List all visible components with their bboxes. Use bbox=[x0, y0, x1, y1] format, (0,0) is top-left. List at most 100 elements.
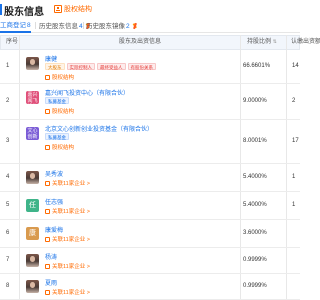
related-link[interactable]: 关联11家企业 > bbox=[45, 288, 90, 296]
table-row: 5 任任志强关联11家企业 > 5.4000% 1 bbox=[0, 192, 300, 220]
related-link[interactable]: 关联11家企业 > bbox=[45, 179, 90, 187]
link-icon bbox=[45, 108, 50, 114]
shareholder-name-link[interactable]: 夏雨 bbox=[45, 278, 57, 287]
shareholder-tag: 最终受益人 bbox=[97, 63, 126, 70]
table-row: 3 文心创新 北京文心创新创业投资基金（有限合伙） 私募基金股权结构 8.0001% 17 bbox=[0, 120, 300, 164]
table-row: 8 夏雨关联11家企业 > 0.9999% bbox=[0, 274, 300, 300]
avatar[interactable] bbox=[26, 57, 39, 70]
related-link-label: 关联11家企业 > bbox=[52, 290, 90, 296]
tag-group: 私募基金 bbox=[45, 97, 69, 104]
shareholder-name-link[interactable]: 吴秀波 bbox=[45, 169, 63, 178]
section-title: 股东信息 bbox=[4, 7, 44, 18]
subscribed-capital: 2 bbox=[292, 98, 296, 104]
table-row: 7 杨涛关联11家企业 > 0.9999% bbox=[0, 248, 300, 274]
title-accent-bar bbox=[0, 4, 2, 15]
tab-count: 8 bbox=[27, 21, 31, 29]
related-link[interactable]: 关联11家企业 > bbox=[45, 262, 90, 270]
related-link-label: 股权结构 bbox=[52, 75, 75, 81]
avatar[interactable] bbox=[26, 254, 39, 267]
related-link[interactable]: 股权结构 bbox=[45, 107, 74, 115]
related-link[interactable]: 股权结构 bbox=[45, 73, 74, 81]
link-icon bbox=[45, 236, 50, 242]
table-row: 2 嘉兴闻飞投资嘉兴闻飞投资中心（有限合伙）私募基金股权结构 9.0000% 2 bbox=[0, 84, 300, 120]
share-ratio: 0.9999% bbox=[243, 257, 267, 263]
header-shareholder: 股东及出资信息 bbox=[119, 39, 162, 45]
related-link-label: 关联11家企业 > bbox=[52, 181, 90, 187]
share-ratio: 8.0001% bbox=[243, 138, 267, 144]
row-index: 1 bbox=[6, 63, 10, 69]
header-capital: 认缴出资额 bbox=[291, 39, 320, 45]
table-row: 6 康康爱梅关联11家企业 > 3.6000% bbox=[0, 220, 300, 248]
sort-icon: ⇅ bbox=[272, 39, 277, 45]
related-link-label: 关联11家企业 > bbox=[52, 264, 90, 270]
subscribed-capital: 17 bbox=[292, 138, 299, 144]
avatar[interactable]: 文心创新 bbox=[26, 127, 39, 140]
share-ratio: 9.0000% bbox=[243, 98, 267, 104]
tab-divider bbox=[83, 22, 84, 29]
related-link[interactable]: 股权结构 bbox=[45, 143, 74, 151]
avatar[interactable]: 任 bbox=[26, 199, 39, 212]
vip-icon bbox=[131, 23, 137, 29]
tab-divider bbox=[35, 22, 36, 29]
share-ratio: 0.9999% bbox=[243, 283, 267, 289]
tag-group: 私募基金 bbox=[45, 133, 69, 140]
avatar[interactable] bbox=[26, 171, 39, 184]
equity-structure-label: 股权结构 bbox=[64, 6, 92, 13]
link-icon bbox=[45, 180, 50, 186]
tab-label: 历史股东镜像 bbox=[86, 22, 125, 30]
row-index: 4 bbox=[6, 174, 10, 180]
link-icon bbox=[45, 144, 50, 150]
related-link-label: 股权结构 bbox=[52, 109, 75, 115]
subscribed-capital: 1 bbox=[292, 202, 296, 208]
tab-registration[interactable]: 工商登记 8 bbox=[0, 19, 31, 33]
tab-label: 工商登记 bbox=[0, 21, 26, 29]
link-icon bbox=[45, 289, 50, 295]
share-ratio: 66.6601% bbox=[243, 63, 271, 69]
tab-count: 2 bbox=[126, 22, 130, 30]
link-icon bbox=[45, 263, 50, 269]
related-link-label: 股权结构 bbox=[52, 145, 75, 151]
shareholder-tag: 有股份关系 bbox=[127, 63, 156, 70]
header-index: 序号 bbox=[6, 39, 19, 45]
row-index: 3 bbox=[6, 138, 10, 144]
header-ratio-label: 持股比例 bbox=[247, 39, 272, 45]
related-link[interactable]: 关联11家企业 > bbox=[45, 207, 90, 215]
shareholder-tabs: 工商登记 8 历史股东信息 4 历史股东镜像 2 bbox=[0, 19, 300, 33]
row-index: 6 bbox=[6, 230, 10, 236]
structure-icon bbox=[54, 5, 62, 13]
shareholder-tag: 私募基金 bbox=[45, 97, 69, 104]
table-header: 序号 股东及出资信息 持股比例 ⇅ 认缴出资额 bbox=[0, 35, 320, 50]
share-ratio: 5.4000% bbox=[243, 202, 267, 208]
related-link-label: 关联11家企业 > bbox=[52, 237, 90, 243]
subscribed-capital: 14 bbox=[292, 63, 299, 69]
avatar[interactable]: 康 bbox=[26, 227, 39, 240]
shareholder-tag: 大股东 bbox=[45, 63, 65, 70]
tab-label: 历史股东信息 bbox=[39, 22, 78, 30]
row-index: 8 bbox=[6, 283, 10, 289]
related-link[interactable]: 关联11家企业 > bbox=[45, 235, 90, 243]
row-index: 5 bbox=[6, 202, 10, 208]
header-ratio[interactable]: 持股比例 ⇅ bbox=[247, 36, 277, 49]
avatar[interactable]: 嘉兴闻飞投资 bbox=[26, 91, 39, 104]
share-ratio: 3.6000% bbox=[243, 230, 267, 236]
shareholder-name-link[interactable]: 任志强 bbox=[45, 197, 63, 206]
row-index: 2 bbox=[6, 98, 10, 104]
row-index: 7 bbox=[6, 257, 10, 263]
subscribed-capital: 1 bbox=[292, 174, 296, 180]
equity-structure-link[interactable]: 股权结构 bbox=[54, 4, 92, 14]
related-link-label: 关联11家企业 > bbox=[52, 209, 90, 215]
share-ratio: 5.4000% bbox=[243, 174, 267, 180]
shareholder-name-link[interactable]: 杨涛 bbox=[45, 252, 57, 261]
shareholder-name-link[interactable]: 嘉兴闻飞投资中心（有限合伙） bbox=[45, 88, 129, 97]
shareholder-tag: 实际控制人 bbox=[66, 63, 95, 70]
shareholder-name-link[interactable]: 康健 bbox=[45, 54, 57, 63]
table-row: 4 吴秀波关联11家企业 > 5.4000% 1 bbox=[0, 164, 300, 192]
shareholder-name-link[interactable]: 康爱梅 bbox=[45, 225, 63, 234]
table-row: 1 康健 大股东 实际控制人 最终受益人 有股份关系股权结构 66.6601% 14 bbox=[0, 50, 300, 84]
tab-history-mirror[interactable]: 历史股东镜像 2 bbox=[86, 19, 137, 33]
link-icon bbox=[45, 74, 50, 80]
shareholder-name-link[interactable]: 北京文心创新创业投资基金（有限合伙） bbox=[45, 124, 153, 133]
tag-group: 大股东 实际控制人 最终受益人 有股份关系 bbox=[45, 63, 156, 70]
section-header: 股东信息 股权结构 bbox=[0, 0, 300, 19]
avatar[interactable] bbox=[26, 280, 39, 293]
